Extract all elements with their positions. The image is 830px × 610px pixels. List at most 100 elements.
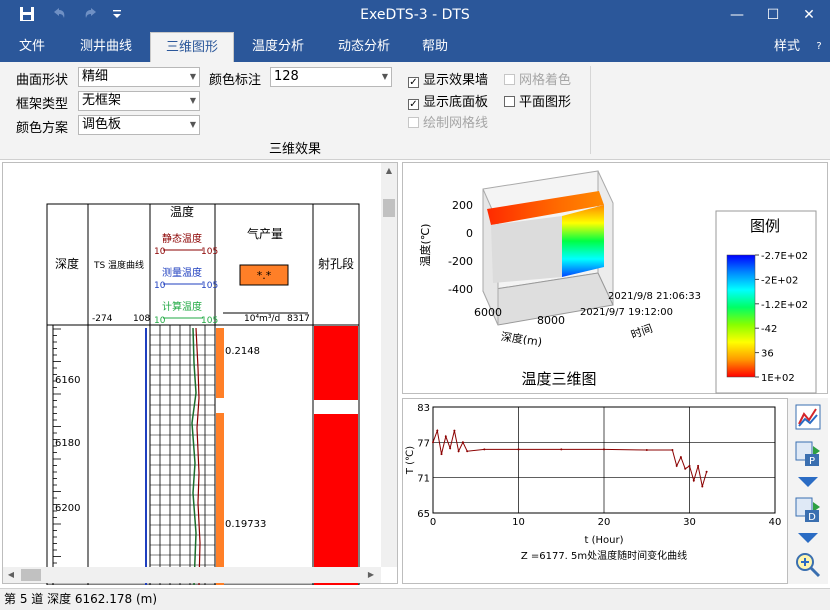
y-axis-label: 时间 — [629, 322, 654, 342]
draw-grid-checkbox[interactable]: 绘制网格线 — [408, 112, 488, 131]
tab-help[interactable]: 帮助 — [408, 32, 462, 62]
chart-title: Z =6177. 5m处温度随时间变化曲线 — [521, 549, 687, 562]
x-tick-6000: 6000 — [474, 306, 502, 319]
series-point — [603, 448, 605, 451]
export-p-icon[interactable]: P — [793, 438, 823, 468]
frame-type-label: 框架类型 — [16, 97, 69, 112]
arrow-down-icon[interactable] — [793, 472, 823, 492]
series-point — [461, 441, 464, 444]
calc-range-start: 10 — [154, 316, 166, 326]
legend-label: 36 — [761, 349, 774, 360]
draw-grid-label: 绘制网格线 — [423, 116, 489, 131]
scroll-up-icon[interactable]: ▲ — [381, 163, 397, 179]
calc-temperature-curve — [191, 327, 197, 586]
chevron-down-icon: ▼ — [381, 72, 388, 81]
x-axis-label: 深度(m) — [500, 329, 543, 349]
window-title: ExeDTS-3 - DTS — [360, 7, 470, 23]
z-tick-minus400: -400 — [448, 283, 473, 296]
series-point — [483, 448, 486, 451]
color-scheme-label: 颜色方案 — [16, 121, 69, 136]
calc-range-end: 105 — [201, 316, 218, 326]
time-series-pane: 65 71 77 83 0 10 20 30 40 t (Hour) T (℃) Z =6177… — [402, 398, 788, 584]
legend-colorbar — [726, 254, 756, 378]
color-scheme-select[interactable]: 调色板 ▼ — [78, 115, 200, 135]
horizontal-scrollbar[interactable]: ◀ ▶ — [3, 567, 381, 583]
ts-curve-header: TS 温度曲线 — [93, 259, 144, 271]
y-tick-label: 71 — [417, 474, 430, 485]
style-menu[interactable]: 样式 — [762, 32, 812, 62]
show-floor-checkbox[interactable]: ✓ 显示底面板 — [408, 91, 488, 110]
depth-label-6160: 6160 — [55, 375, 80, 386]
surface-shape-select[interactable]: 精细 ▼ — [78, 67, 200, 87]
x-tick-8000: 8000 — [537, 314, 565, 327]
series-point — [671, 449, 674, 451]
tab-dynamic-analysis[interactable]: 动态分析 — [324, 32, 404, 62]
legend-label: -2.7E+02 — [761, 251, 808, 262]
series-point — [688, 464, 691, 467]
temperature-surface-side — [562, 205, 604, 277]
series-point — [701, 485, 704, 488]
series-point — [560, 448, 563, 451]
grid-color-checkbox[interactable]: 网格着色 — [504, 69, 571, 88]
y-tick-label: 77 — [417, 438, 430, 449]
series-point — [453, 429, 456, 432]
x-tick-label: 10 — [512, 517, 525, 528]
frame-type-select[interactable]: 无框架 ▼ — [78, 91, 200, 111]
perf-header: 射孔段 — [318, 256, 354, 271]
measured-range-end: 105 — [201, 281, 218, 291]
series-point — [466, 450, 469, 453]
static-range-end: 105 — [201, 247, 218, 257]
depth-ruler — [52, 325, 61, 585]
color-marker-select[interactable]: 128 ▼ — [270, 67, 392, 87]
scroll-left-icon[interactable]: ◀ — [3, 567, 19, 583]
y-axis-label: T (℃) — [405, 446, 416, 475]
z-axis-label: 温度(℃) — [418, 224, 432, 267]
chart-toolbar: P D — [788, 398, 828, 584]
tab-temperature-analysis[interactable]: 温度分析 — [238, 32, 318, 62]
tab-3d-graphics[interactable]: 三维图形 — [150, 32, 234, 62]
x-tick-label: 30 — [683, 517, 696, 528]
checkmark-icon: ✓ — [408, 99, 419, 110]
hscrollbar-thumb[interactable] — [21, 569, 41, 581]
gas-unit: 10⁴m³/d — [244, 314, 280, 324]
export-d-icon[interactable]: D — [793, 494, 823, 524]
legend-title: 图例 — [750, 217, 780, 235]
help-icon[interactable]: ? — [810, 32, 828, 62]
flat-plot-label: 平面图形 — [519, 95, 572, 110]
export-d-label: D — [808, 512, 816, 523]
scrollbar-thumb[interactable] — [383, 199, 395, 217]
temperature-time-chart[interactable]: 65 71 77 83 0 10 20 30 40 t (Hour) T (℃) Z =6177… — [403, 399, 789, 585]
show-wall-checkbox[interactable]: ✓ 显示效果墙 — [408, 69, 488, 88]
zoom-icon[interactable] — [793, 550, 823, 580]
x-axis-label: t (Hour) — [585, 535, 624, 546]
series-point — [645, 449, 648, 451]
show-floor-label: 显示底面板 — [423, 95, 489, 110]
z-tick-minus200: -200 — [448, 255, 473, 268]
series-point — [440, 453, 443, 456]
series-point — [692, 479, 695, 482]
ts-min-label: -274 — [92, 314, 113, 324]
scroll-right-icon[interactable]: ▶ — [363, 567, 379, 583]
chart-analysis-icon[interactable] — [793, 402, 823, 432]
tab-file[interactable]: 文件 — [6, 32, 58, 62]
calc-temp-legend: 计算温度 — [162, 300, 202, 313]
well-log-view[interactable]: 深度 TS 温度曲线 温度 静态温度 10 105 测量温度 10 105 计算… — [3, 163, 399, 586]
flat-plot-checkbox[interactable]: 平面图形 — [504, 91, 571, 110]
series-point — [705, 470, 708, 473]
z-tick-200: 200 — [452, 199, 473, 212]
temperature-3d-plot[interactable]: 200 0 -200 -400 温度(℃) 6000 8000 深度(m) 20… — [403, 163, 829, 395]
series-point — [684, 467, 687, 470]
x-tick-label: 0 — [430, 517, 436, 528]
vertical-scrollbar[interactable]: ▲ — [381, 163, 397, 567]
series-point — [432, 441, 434, 444]
static-temp-legend: 静态温度 — [162, 232, 202, 245]
legend-label: -1.2E+02 — [761, 300, 808, 311]
static-temperature-curve — [195, 327, 201, 586]
surface-front-face — [491, 216, 562, 283]
arrow-down-icon[interactable] — [793, 528, 823, 548]
series-point — [679, 456, 682, 459]
series-point — [444, 435, 447, 438]
tab-log-curves[interactable]: 测井曲线 — [66, 32, 146, 62]
close-button[interactable]: ✕ — [786, 0, 830, 32]
frame-type-value: 无框架 — [82, 93, 122, 108]
